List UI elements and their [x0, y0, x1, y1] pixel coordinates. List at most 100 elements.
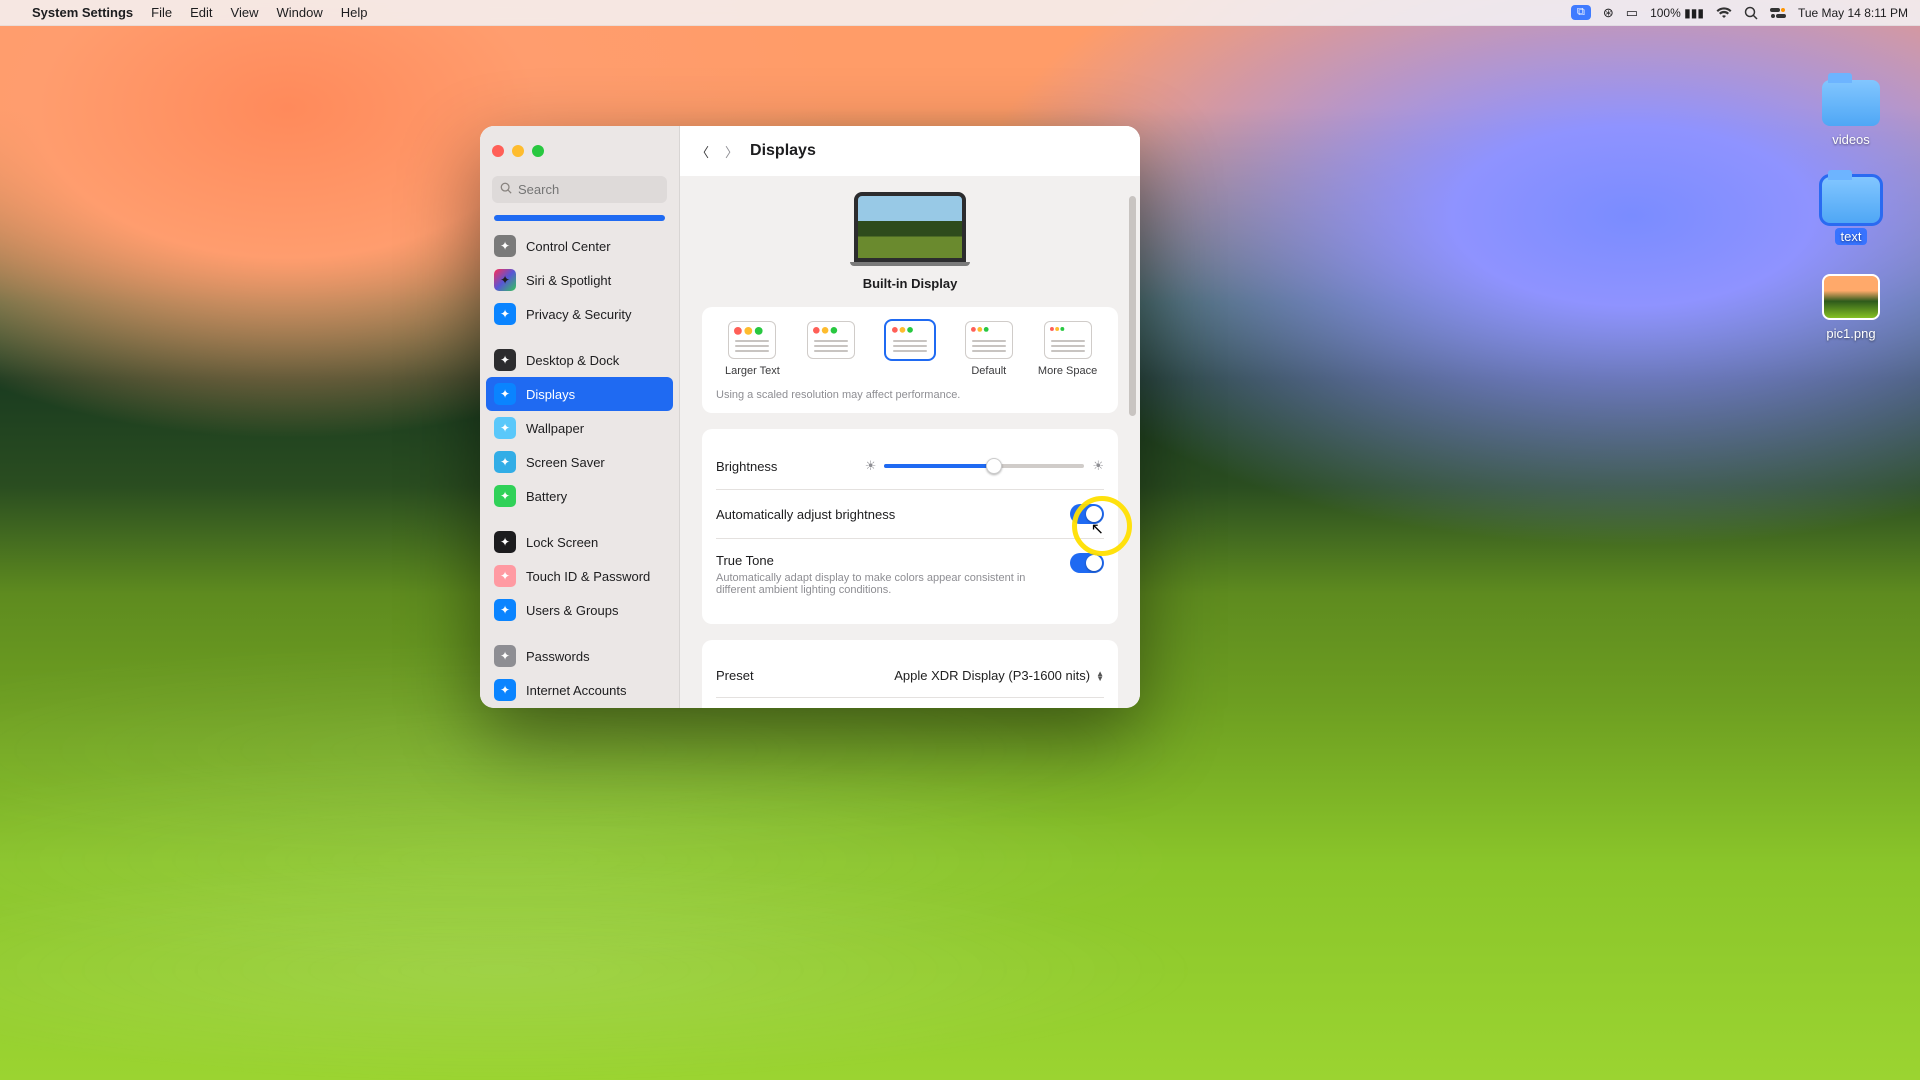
slider-thumb[interactable] — [986, 458, 1002, 474]
desktop-folder-videos[interactable]: videos — [1822, 80, 1880, 147]
sidebar-search[interactable] — [492, 176, 667, 203]
resolution-note: Using a scaled resolution may affect per… — [716, 389, 1104, 413]
resolution-thumbnail — [886, 321, 934, 359]
close-button[interactable] — [492, 145, 504, 157]
sidebar-item-label: Screen Saver — [526, 455, 605, 470]
sidebar-list[interactable]: ✦ Control Center ✦Siri & Spotlight✦Privacy… — [480, 211, 679, 708]
sidebar-item-wallpaper[interactable]: ✦Wallpaper — [486, 411, 673, 445]
sidebar-item-lock-screen[interactable]: ✦Lock Screen — [486, 525, 673, 559]
fullscreen-button[interactable] — [532, 145, 544, 157]
system-settings-window[interactable]: ✦ Control Center ✦Siri & Spotlight✦Privacy… — [480, 126, 1140, 708]
resolution-option-4[interactable]: More Space — [1031, 321, 1104, 377]
battery-icon: ✦ — [494, 485, 516, 507]
wallpaper-icon: ✦ — [494, 417, 516, 439]
resolution-option-0[interactable]: Larger Text — [716, 321, 789, 377]
back-button[interactable]: 〈 — [696, 142, 709, 161]
resolution-options: Larger Text Default More Space — [716, 321, 1104, 377]
content-body[interactable]: Built-in Display Larger Text Default More … — [680, 176, 1140, 708]
resolution-option-3[interactable]: Default — [952, 321, 1025, 377]
view-menu[interactable]: View — [231, 5, 259, 20]
menu-bar: System Settings File Edit View Window He… — [0, 0, 1920, 26]
brightness-label: Brightness — [716, 459, 777, 474]
help-menu[interactable]: Help — [341, 5, 368, 20]
true-tone-toggle[interactable] — [1070, 553, 1104, 573]
sidebar-item-label: Internet Accounts — [526, 683, 626, 698]
sidebar-spacer — [486, 331, 673, 343]
page-title: Displays — [750, 142, 816, 160]
forward-button[interactable]: 〉 — [725, 142, 738, 161]
desktop-item-label: text — [1835, 228, 1868, 245]
sidebar-item-label: Passwords — [526, 649, 590, 664]
sidebar-item-touch-id-password[interactable]: ✦Touch ID & Password — [486, 559, 673, 593]
image-thumbnail — [1822, 274, 1880, 320]
sidebar-item-passwords[interactable]: ✦Passwords — [486, 639, 673, 673]
sidebar-item-battery[interactable]: ✦ Battery — [486, 479, 673, 513]
window-menu[interactable]: Window — [276, 5, 322, 20]
desktop[interactable]: System Settings File Edit View Window He… — [0, 0, 1920, 1080]
nav-arrows: 〈 〉 — [696, 142, 738, 161]
edit-menu[interactable]: Edit — [190, 5, 212, 20]
sidebar-item-label: Desktop & Dock — [526, 353, 619, 368]
file-menu[interactable]: File — [151, 5, 172, 20]
desktop-item-label: pic1.png — [1826, 326, 1875, 341]
brightness-slider[interactable] — [884, 457, 1084, 475]
control-center-icon[interactable] — [1770, 7, 1786, 19]
scrollbar[interactable] — [1129, 196, 1136, 416]
sidebar-item-siri-spotlight[interactable]: ✦Siri & Spotlight — [486, 263, 673, 297]
status-icon[interactable]: ▭ — [1626, 5, 1638, 21]
lock-screen-icon: ✦ — [494, 531, 516, 553]
screen-recording-indicator[interactable]: ⧉ — [1571, 5, 1591, 20]
preset-select[interactable]: Apple XDR Display (P3-1600 nits) ▲▼ — [894, 668, 1104, 683]
brightness-panel: Brightness ☀︎ ☀ Automatically adjust bri… — [702, 429, 1118, 624]
sidebar: ✦ Control Center ✦Siri & Spotlight✦Privacy… — [480, 126, 680, 708]
desktop-folder-text[interactable]: text — [1822, 177, 1880, 244]
auto-brightness-label: Automatically adjust brightness — [716, 507, 895, 522]
users-groups-icon: ✦ — [494, 599, 516, 621]
refresh-rate-row: Refresh rate ProMotion ▲▼ — [716, 697, 1104, 708]
content-toolbar: 〈 〉 Displays — [680, 126, 1140, 176]
internet-accounts-icon: ✦ — [494, 679, 516, 701]
true-tone-row: True Tone Automatically adapt display to… — [716, 538, 1104, 610]
sidebar-item-displays[interactable]: ✦Displays — [486, 377, 673, 411]
resolution-label: Default — [952, 365, 1025, 377]
sidebar-spacer — [486, 513, 673, 525]
resolution-panel: Larger Text Default More Space Using a sca… — [702, 307, 1118, 413]
app-menu[interactable]: System Settings — [32, 5, 133, 20]
menu-bar-clock[interactable]: Tue May 14 8:11 PM — [1798, 6, 1908, 20]
sidebar-item-control-center[interactable]: ✦ Control Center — [486, 229, 673, 263]
sidebar-item-screen-saver[interactable]: ✦ Screen Saver — [486, 445, 673, 479]
displays-icon: ✦ — [494, 383, 516, 405]
resolution-option-1[interactable] — [795, 321, 868, 377]
resolution-option-2[interactable] — [874, 321, 947, 377]
control-center-icon: ✦ — [494, 235, 516, 257]
status-icon[interactable]: ⊛ — [1603, 5, 1614, 21]
sidebar-item-label: Battery — [526, 489, 567, 504]
screen-saver-icon: ✦ — [494, 451, 516, 473]
search-input[interactable] — [518, 182, 694, 197]
spotlight-search-icon[interactable] — [1744, 6, 1758, 20]
chevron-up-down-icon: ▲▼ — [1096, 671, 1104, 681]
desktop-item-label: videos — [1832, 132, 1870, 147]
minimize-button[interactable] — [512, 145, 524, 157]
sidebar-spacer — [486, 627, 673, 639]
brightness-low-icon: ☀︎ — [865, 458, 877, 474]
wifi-icon[interactable] — [1716, 7, 1732, 19]
display-thumbnail[interactable] — [854, 192, 966, 262]
sidebar-item-game-center[interactable]: ✦Game Center — [486, 707, 673, 708]
desktop-image-pic1[interactable]: pic1.png — [1822, 274, 1880, 341]
resolution-thumbnail — [965, 321, 1013, 359]
sidebar-item-users-groups[interactable]: ✦Users & Groups — [486, 593, 673, 627]
status-area: ⧉ ⊛ ▭ 100% ▮▮▮ Tue May 14 8:11 PM — [1571, 5, 1908, 21]
auto-brightness-toggle[interactable] — [1070, 504, 1104, 524]
sidebar-item-desktop-dock[interactable]: ✦Desktop & Dock — [486, 343, 673, 377]
sidebar-item-internet-accounts[interactable]: ✦ Internet Accounts — [486, 673, 673, 707]
titlebar[interactable] — [480, 126, 679, 176]
sidebar-item-label: Control Center — [526, 239, 611, 254]
preset-row: Preset Apple XDR Display (P3-1600 nits) … — [716, 654, 1104, 697]
folder-icon — [1822, 80, 1880, 126]
auto-brightness-row: Automatically adjust brightness — [716, 489, 1104, 538]
sidebar-item-privacy-security[interactable]: ✦Privacy & Security — [486, 297, 673, 331]
sidebar-top-selection-strip — [494, 215, 665, 221]
display-hero: Built-in Display — [702, 192, 1118, 291]
battery-status[interactable]: 100% ▮▮▮ — [1650, 6, 1704, 20]
